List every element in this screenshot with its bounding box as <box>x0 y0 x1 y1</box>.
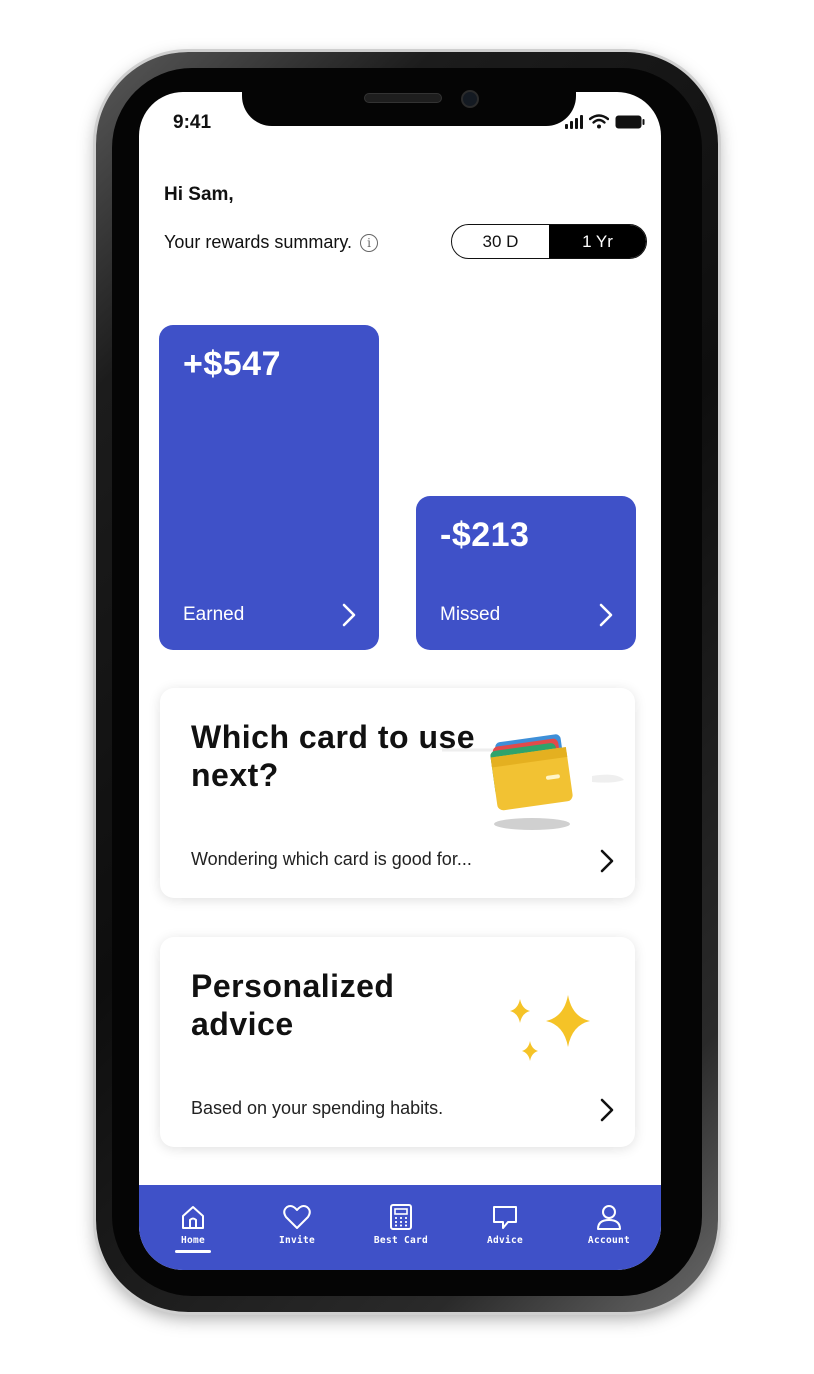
active-tab-indicator <box>175 1250 211 1253</box>
advice-subtitle: Based on your spending habits. <box>191 1098 444 1118</box>
home-icon <box>182 1206 204 1229</box>
heart-icon <box>283 1205 311 1229</box>
chevron-right-icon <box>600 1098 614 1122</box>
tab-best-card-label: Best Card <box>373 1235 429 1246</box>
which-card-subtitle: Wondering which card is good for... <box>191 849 472 869</box>
sparkles-icon <box>510 995 590 1061</box>
earned-card[interactable]: +$547 Earned <box>159 325 379 650</box>
missed-label: Missed <box>440 604 501 625</box>
wifi-icon <box>589 114 609 129</box>
phone-camera <box>461 90 479 108</box>
tab-best-card[interactable]: Best Card <box>365 1185 437 1270</box>
calculator-icon <box>390 1204 412 1230</box>
greeting: Hi Sam, <box>164 184 234 205</box>
advice-card[interactable]: Personalized advice Based on your spendi… <box>160 937 635 1147</box>
chat-bubble-icon <box>493 1206 517 1229</box>
phone-speaker <box>364 93 442 103</box>
info-icon[interactable]: i <box>360 233 379 252</box>
advice-title: Personalized advice <box>191 968 395 1042</box>
toggle-1yr[interactable]: 1 Yr <box>549 225 646 258</box>
which-card-title: Which card to use next? <box>191 719 476 793</box>
which-card-card[interactable]: Which card to use next? Wondering which … <box>160 688 635 898</box>
tab-home[interactable]: Home <box>157 1185 229 1270</box>
rewards-summary-row: Your rewards summary. i <box>164 232 379 253</box>
status-icons <box>565 114 645 129</box>
tab-home-label: Home <box>180 1235 206 1246</box>
rewards-summary-label: Your rewards summary. <box>164 232 353 252</box>
toggle-30d[interactable]: 30 D <box>452 225 549 258</box>
tab-advice[interactable]: Advice <box>469 1185 541 1270</box>
app-screen: 9:41 Hi Sam, Your rewards summary. i 30 … <box>139 92 661 1270</box>
period-toggle: 30 D 1 Yr <box>451 224 647 259</box>
earned-amount: +$547 <box>183 345 281 383</box>
chevron-right-icon <box>342 603 356 627</box>
tab-invite[interactable]: Invite <box>261 1185 333 1270</box>
tab-account[interactable]: Account <box>573 1185 645 1270</box>
status-time: 9:41 <box>173 112 212 133</box>
tab-account-label: Account <box>587 1235 631 1246</box>
tab-advice-label: Advice <box>486 1235 524 1246</box>
tab-invite-label: Invite <box>278 1235 316 1246</box>
person-icon <box>597 1205 621 1230</box>
missed-amount: -$213 <box>440 516 530 554</box>
chevron-right-icon <box>600 849 614 873</box>
battery-icon <box>615 115 645 129</box>
bottom-tab-bar: Home Invite Best Card Advice Account <box>139 1185 661 1270</box>
signal-icon <box>565 115 583 129</box>
wallet-icon <box>442 734 624 830</box>
chevron-right-icon <box>599 603 613 627</box>
earned-label: Earned <box>183 604 245 625</box>
missed-card[interactable]: -$213 Missed <box>416 496 636 650</box>
